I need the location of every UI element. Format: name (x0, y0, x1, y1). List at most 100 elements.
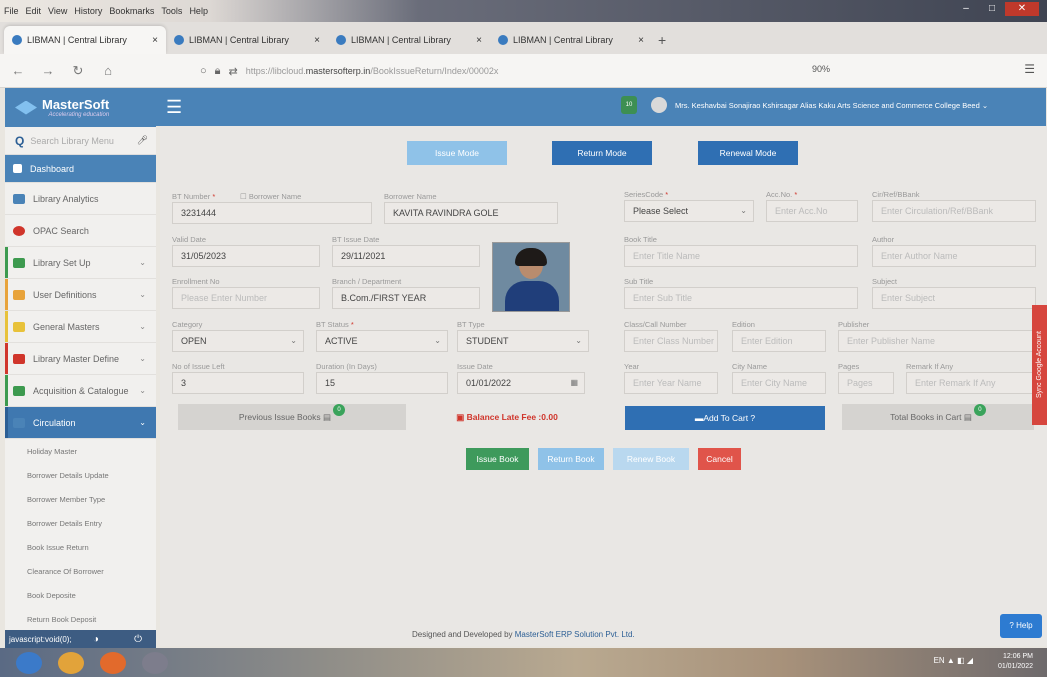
submenu-holiday-master[interactable]: Holiday Master (5, 439, 156, 463)
subject-input[interactable]: Enter Subject (872, 287, 1036, 309)
clock[interactable]: 12:06 PM 01/01/2022 (998, 652, 1033, 672)
issue-mode-button[interactable]: Issue Mode (407, 141, 507, 165)
menu-file[interactable]: File (4, 6, 19, 16)
bt-status-select[interactable]: ACTIVE ⌄ (316, 330, 448, 352)
home-icon[interactable]: ⌂ (96, 63, 120, 78)
browser-tab[interactable]: LIBMAN | Central Library × (328, 26, 490, 54)
submenu-clearance-of-borrower[interactable]: Clearance Of Borrower (5, 559, 156, 583)
duration-input[interactable]: 15 (316, 372, 448, 394)
menu-help[interactable]: Help (189, 6, 208, 16)
menu-bookmarks[interactable]: Bookmarks (109, 6, 154, 16)
browser-menu-icon[interactable]: ☰ (1024, 62, 1035, 76)
total-books-in-cart-button[interactable]: Total Books in Cart ▤0 (842, 404, 1034, 430)
maximize-icon[interactable]: □ (979, 2, 1005, 16)
tab-close-icon[interactable]: × (638, 35, 644, 46)
sidebar-item-library-analytics[interactable]: Library Analytics (5, 183, 156, 215)
remark-input[interactable]: Enter Remark If Any (906, 372, 1036, 394)
sidebar-item-user-definitions[interactable]: User Definitions ⌄ (5, 279, 156, 311)
publisher-input[interactable]: Enter Publisher Name (838, 330, 1036, 352)
edition-input[interactable]: Enter Edition (732, 330, 826, 352)
notification-icon[interactable]: 10 (621, 96, 637, 114)
back-icon[interactable]: ← (6, 63, 30, 78)
tab-close-icon[interactable]: × (314, 35, 320, 46)
address-bar[interactable]: ○ 🔒︎ ⇄ https://libcloud. mastersofterp.in… (200, 60, 900, 82)
author-input[interactable]: Enter Author Name (872, 245, 1036, 267)
sidebar-item-acquisition[interactable]: Acquisition & Catalogue ⌄ (5, 375, 156, 407)
acc-no-input[interactable]: Enter Acc.No (766, 200, 858, 222)
city-input[interactable]: Enter City Name (732, 372, 826, 394)
menu-history[interactable]: History (74, 6, 102, 16)
browser-tab[interactable]: LIBMAN | Central Library × (490, 26, 652, 54)
issue-date-input[interactable]: 01/01/2022 ▦ (457, 372, 585, 394)
return-book-button[interactable]: Return Book (538, 448, 604, 470)
close-window-icon[interactable]: ✕ (1005, 2, 1039, 16)
branch-input[interactable]: B.Com./FIRST YEAR (332, 287, 480, 309)
previous-issue-books-button[interactable]: Previous Issue Books ▤0 (178, 404, 406, 430)
submenu-borrower-details-entry[interactable]: Borrower Details Entry (5, 511, 156, 535)
app-logo[interactable]: MasterSoft Accelerating education (5, 88, 156, 127)
submenu-borrower-member-type[interactable]: Borrower Member Type (5, 487, 156, 511)
forward-icon[interactable]: → (36, 63, 60, 78)
bt-issue-date-input[interactable]: 29/11/2021 (332, 245, 480, 267)
tray-icons[interactable]: EN ▲ ◧ ◢ (934, 656, 973, 665)
submenu-book-deposite[interactable]: Book Deposite (5, 583, 156, 607)
browser-tab[interactable]: LIBMAN | Central Library × (4, 26, 166, 54)
tab-close-icon[interactable]: × (152, 35, 158, 46)
sidebar-item-opac-search[interactable]: OPAC Search (5, 215, 156, 247)
chrome-icon[interactable] (58, 651, 84, 674)
circulation-input[interactable]: Enter Circulation/Ref/BBank (872, 200, 1036, 222)
book-title-input[interactable]: Enter Title Name (624, 245, 858, 267)
sidebar-item-circulation[interactable]: Circulation ⌄ (5, 407, 156, 439)
tab-close-icon[interactable]: × (476, 35, 482, 46)
new-tab-button[interactable]: + (658, 26, 666, 54)
start-icon[interactable] (16, 651, 42, 674)
add-to-cart-button[interactable]: ▬Add To Cart ? (625, 406, 825, 430)
app-icon[interactable] (142, 651, 168, 674)
cancel-button[interactable]: Cancel (698, 448, 741, 470)
menu-edit[interactable]: Edit (26, 6, 42, 16)
borrower-name-checkbox[interactable]: ☐ Borrower Name (240, 192, 301, 201)
hamburger-icon[interactable]: ☰ (166, 97, 182, 118)
submenu-book-issue-return[interactable]: Book Issue Return (5, 535, 156, 559)
footer-company-link[interactable]: MasterSoft ERP Solution Pvt. Ltd. (515, 630, 635, 639)
eye-icon[interactable]: ◑ (93, 634, 99, 645)
sync-google-account-button[interactable]: Sync Google Account (1032, 305, 1047, 425)
valid-date-input[interactable]: 31/05/2023 (172, 245, 320, 267)
reload-icon[interactable]: ↻ (66, 63, 90, 79)
submenu-borrower-details-update[interactable]: Borrower Details Update (5, 463, 156, 487)
sub-title-input[interactable]: Enter Sub Title (624, 287, 858, 309)
issue-book-button[interactable]: Issue Book (466, 448, 529, 470)
bt-number-input[interactable]: 3231444 (172, 202, 372, 224)
series-select[interactable]: Please Select ⌄ (624, 200, 754, 222)
help-button[interactable]: ? Help (1000, 614, 1042, 638)
minimize-icon[interactable]: – (953, 2, 979, 16)
user-menu[interactable]: 10 Mrs. Keshavbai Sonajirao Kshirsagar A… (621, 96, 988, 114)
renew-book-button[interactable]: Renew Book (613, 448, 689, 470)
borrower-name-input[interactable]: KAVITA RAVINDRA GOLE (384, 202, 558, 224)
chevron-down-icon: ⌄ (290, 336, 297, 345)
return-mode-button[interactable]: Return Mode (552, 141, 652, 165)
issue-left-input[interactable]: 3 (172, 372, 304, 394)
enrollment-input[interactable]: Please Enter Number (172, 287, 320, 309)
class-number-input[interactable]: Enter Class Number (624, 330, 718, 352)
power-icon[interactable]: ⏻ (134, 634, 142, 645)
menu-search[interactable]: Q Search Library Menu 🎤︎ (5, 127, 156, 155)
circulation-label: Cir/Ref/BBank (872, 190, 920, 199)
menu-view[interactable]: View (48, 6, 67, 16)
category-select[interactable]: OPEN ⌄ (172, 330, 304, 352)
firefox-icon[interactable] (100, 651, 126, 674)
sidebar-item-library-master-define[interactable]: Library Master Define ⌄ (5, 343, 156, 375)
zoom-level[interactable]: 90% (812, 64, 830, 74)
bt-type-select[interactable]: STUDENT ⌄ (457, 330, 589, 352)
year-input[interactable]: Enter Year Name (624, 372, 718, 394)
sidebar-item-dashboard[interactable]: Dashboard (5, 155, 156, 183)
sidebar-item-label: Library Set Up (33, 257, 91, 268)
submenu-return-book-deposit[interactable]: Return Book Deposit (5, 607, 156, 631)
renewal-mode-button[interactable]: Renewal Mode (698, 141, 798, 165)
pages-input[interactable]: Pages (838, 372, 894, 394)
sidebar-item-general-masters[interactable]: General Masters ⌄ (5, 311, 156, 343)
menu-tools[interactable]: Tools (161, 6, 182, 16)
mic-icon[interactable]: 🎤︎ (137, 135, 148, 146)
sidebar-item-library-setup[interactable]: Library Set Up ⌄ (5, 247, 156, 279)
browser-tab[interactable]: LIBMAN | Central Library × (166, 26, 328, 54)
